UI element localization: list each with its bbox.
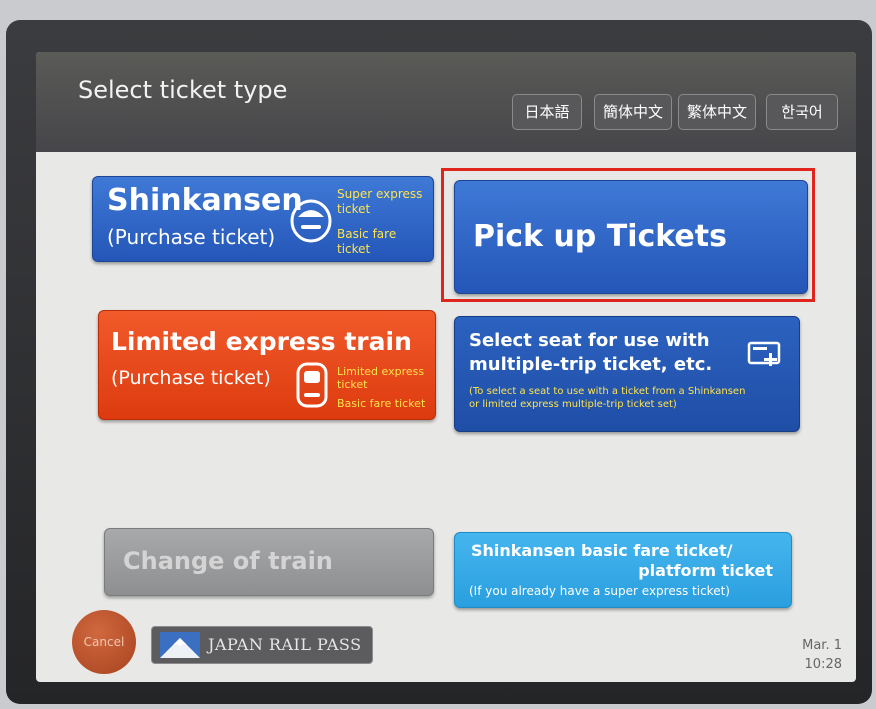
limited-express-title: Limited express train — [111, 327, 412, 356]
japan-rail-pass-button[interactable]: JAPAN RAIL PASS — [151, 626, 373, 664]
select-seat-multiple-trip-button[interactable]: Select seat for use with multiple-trip t… — [454, 316, 800, 432]
select-seat-title-line2: multiple-trip ticket, etc. — [469, 354, 713, 375]
basic-fare-title-line2: platform ticket — [638, 561, 773, 580]
language-button-korean[interactable]: 한국어 — [766, 94, 838, 130]
language-button-simplified-chinese[interactable]: 簡体中文 — [594, 94, 672, 130]
limited-express-note-ticket: Limited express ticket — [337, 365, 425, 391]
limited-express-train-icon — [295, 361, 329, 413]
basic-fare-note: (If you already have a super express tic… — [469, 584, 730, 598]
japan-rail-pass-label: JAPAN RAIL PASS — [208, 635, 362, 654]
shinkansen-note-basic-fare: Basic fare ticket — [337, 227, 397, 256]
change-of-train-label: Change of train — [123, 547, 333, 575]
language-button-traditional-chinese[interactable]: 繁体中文 — [678, 94, 756, 130]
kiosk-bezel: Select ticket type 日本語 簡体中文 繁体中文 한국어 Shi… — [6, 20, 872, 704]
limited-express-note-basic-fare: Basic fare ticket — [337, 397, 426, 410]
date-text: Mar. 1 — [802, 638, 842, 653]
header-bar: Select ticket type 日本語 簡体中文 繁体中文 한국어 — [36, 52, 856, 152]
select-seat-note-line2: or limited express multiple-trip ticket … — [469, 399, 677, 410]
limited-express-purchase-button[interactable]: Limited express train (Purchase ticket) … — [98, 310, 436, 420]
select-seat-note-line1: (To select a seat to use with a ticket f… — [469, 386, 746, 397]
language-button-japanese[interactable]: 日本語 — [512, 94, 582, 130]
shinkansen-purchase-button[interactable]: Shinkansen (Purchase ticket) Super expre… — [92, 176, 434, 262]
shinkansen-subtitle: (Purchase ticket) — [107, 225, 276, 249]
basic-fare-title-line1: Shinkansen basic fare ticket/ — [471, 541, 733, 560]
ticket-plus-icon — [747, 339, 785, 373]
date-time-display: Mar. 1 10:28 — [802, 636, 842, 674]
page-title: Select ticket type — [78, 76, 288, 104]
shinkansen-train-icon — [289, 195, 333, 247]
basic-fare-platform-ticket-button[interactable]: Shinkansen basic fare ticket/ platform t… — [454, 532, 792, 608]
shinkansen-note-super-express: Super express ticket — [337, 187, 423, 216]
cancel-button[interactable]: Cancel — [72, 610, 136, 674]
shinkansen-title: Shinkansen — [107, 183, 303, 218]
limited-express-subtitle: (Purchase ticket) — [111, 367, 271, 389]
mount-fuji-icon — [160, 632, 200, 662]
select-seat-title-line1: Select seat for use with — [469, 330, 710, 351]
kiosk-screen: Select ticket type 日本語 簡体中文 繁体中文 한국어 Shi… — [36, 52, 856, 682]
change-of-train-button[interactable]: Change of train — [104, 528, 434, 596]
selection-highlight — [441, 168, 815, 302]
time-text: 10:28 — [804, 657, 842, 672]
